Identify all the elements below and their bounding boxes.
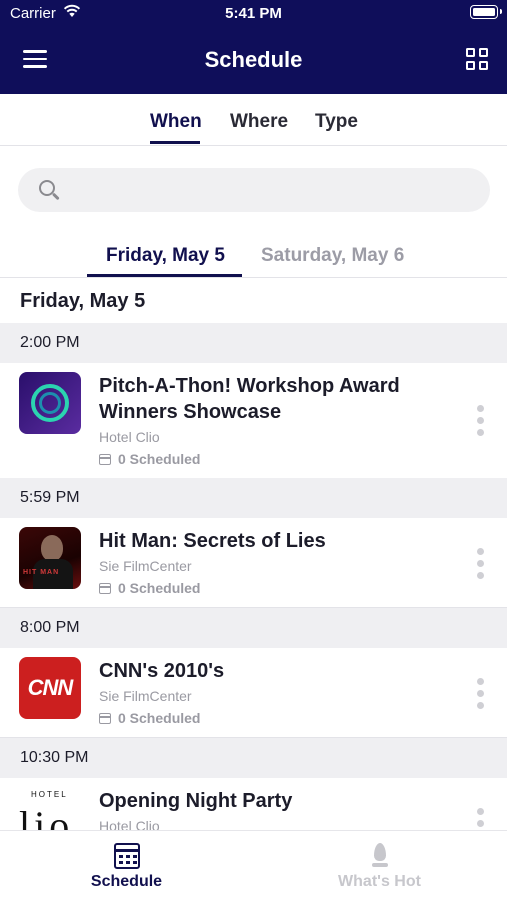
calendar-icon [99,713,111,724]
time-header: 2:00 PM [0,323,507,363]
battery-icon [470,5,502,19]
event-row[interactable]: HOTEL lio Opening Night Party Hotel Clio [0,778,507,830]
event-thumbnail [19,372,81,434]
tab-label: What's Hot [338,873,421,890]
time-header: 5:59 PM [0,478,507,518]
time-header: 10:30 PM [0,738,507,778]
event-venue: Sie FilmCenter [99,688,192,704]
tab-saturday[interactable]: Saturday, May 6 [261,245,404,267]
event-thumbnail: HIT MAN [19,527,81,589]
grid-view-icon[interactable] [466,48,489,71]
event-title: CNN's 2010's [99,660,225,682]
more-options-icon[interactable] [477,405,485,441]
search-input[interactable] [70,168,470,212]
status-time: 5:41 PM [225,5,282,22]
day-heading: Friday, May 5 [20,290,146,312]
event-thumbnail: HOTEL lio [19,784,81,830]
time-header: 8:00 PM [0,608,507,648]
search-bar[interactable] [18,168,490,212]
event-scheduled-count: 0 Scheduled [99,710,200,726]
more-options-icon[interactable] [477,678,485,714]
tab-label: Schedule [90,873,163,890]
calendar-icon [114,843,140,869]
event-venue: Hotel Clio [99,429,160,445]
tab-whats-hot[interactable]: What's Hot [253,831,506,900]
calendar-icon [99,454,111,465]
event-title: Hit Man: Secrets of Lies [99,530,326,552]
tab-when[interactable]: When [150,111,202,133]
event-venue: Sie FilmCenter [99,558,192,574]
event-row[interactable]: Pitch-A-Thon! Workshop Award Winners Sho… [0,363,507,479]
more-options-icon[interactable] [477,808,485,830]
tab-schedule[interactable]: Schedule [0,831,253,900]
event-scheduled-count: 0 Scheduled [99,580,200,596]
tab-friday[interactable]: Friday, May 5 [106,245,225,267]
active-tab-indicator [150,141,200,144]
event-scheduled-count: 0 Scheduled [99,451,200,467]
event-thumbnail: CNN [19,657,81,719]
event-title: Opening Night Party [99,790,293,812]
event-title: Pitch-A-Thon! Workshop Award Winners Sho… [99,375,400,423]
tab-type[interactable]: Type [315,111,358,133]
event-row[interactable]: CNN CNN's 2010's Sie FilmCenter 0 Schedu… [0,648,507,738]
status-bar: Carrier 5:41 PM [0,0,507,28]
tab-where[interactable]: Where [230,111,288,133]
date-tabs: Friday, May 5 Saturday, May 6 [0,232,507,278]
event-venue: Hotel Clio [99,818,160,830]
filter-tabs: When Where Type [0,94,507,146]
calendar-icon [99,583,111,594]
event-row[interactable]: HIT MAN Hit Man: Secrets of Lies Sie Fil… [0,518,507,608]
more-options-icon[interactable] [477,548,485,584]
search-icon [39,180,55,196]
flame-icon [370,843,390,869]
page-title: Schedule [204,47,303,72]
bottom-tab-bar: Schedule What's Hot [0,830,507,900]
app-header: Carrier 5:41 PM Schedule [0,0,507,94]
active-date-indicator [87,274,242,277]
